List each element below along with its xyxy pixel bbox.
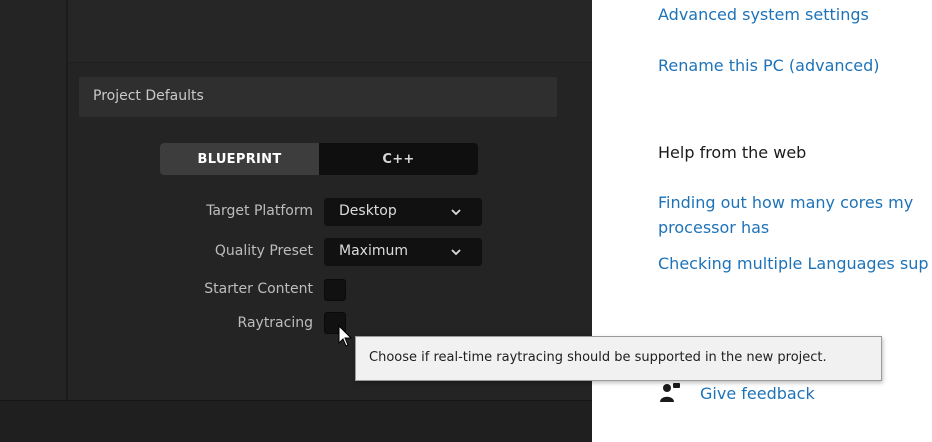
screen: Project Defaults BLUEPRINT C++ Target Pl…: [0, 0, 932, 442]
project-defaults-header: Project Defaults: [79, 77, 557, 117]
target-platform-label: Target Platform: [206, 203, 313, 219]
project-defaults-title: Project Defaults: [93, 88, 204, 104]
give-feedback-link[interactable]: Give feedback: [700, 381, 815, 406]
chevron-down-icon: [451, 249, 461, 256]
starter-content-label: Starter Content: [204, 281, 313, 297]
quality-preset-value: Maximum: [339, 243, 408, 259]
mouse-pointer-icon: [338, 325, 353, 347]
target-platform-dropdown[interactable]: Desktop: [324, 198, 482, 226]
bottom-bar: [0, 400, 592, 442]
top-panel: [68, 0, 592, 63]
language-toggle[interactable]: BLUEPRINT C++: [160, 143, 478, 175]
blueprint-option[interactable]: BLUEPRINT: [160, 143, 319, 175]
help-from-web-heading: Help from the web: [658, 143, 807, 162]
rename-pc-link[interactable]: Rename this PC (advanced): [658, 53, 880, 78]
languages-help-link[interactable]: Checking multiple Languages sup: [658, 251, 928, 276]
chevron-down-icon: [451, 209, 461, 216]
quality-preset-label: Quality Preset: [214, 243, 313, 259]
starter-content-checkbox[interactable]: [324, 279, 346, 301]
feedback-person-icon[interactable]: [659, 381, 681, 405]
raytracing-tooltip: Choose if real-time raytracing should be…: [355, 336, 882, 381]
raytracing-label: Raytracing: [237, 315, 313, 331]
cpp-option[interactable]: C++: [319, 143, 478, 175]
advanced-system-settings-link[interactable]: Advanced system settings: [658, 2, 869, 27]
cores-help-link[interactable]: Finding out how many cores my processor …: [658, 190, 932, 240]
quality-preset-dropdown[interactable]: Maximum: [324, 238, 482, 266]
target-platform-value: Desktop: [339, 203, 397, 219]
